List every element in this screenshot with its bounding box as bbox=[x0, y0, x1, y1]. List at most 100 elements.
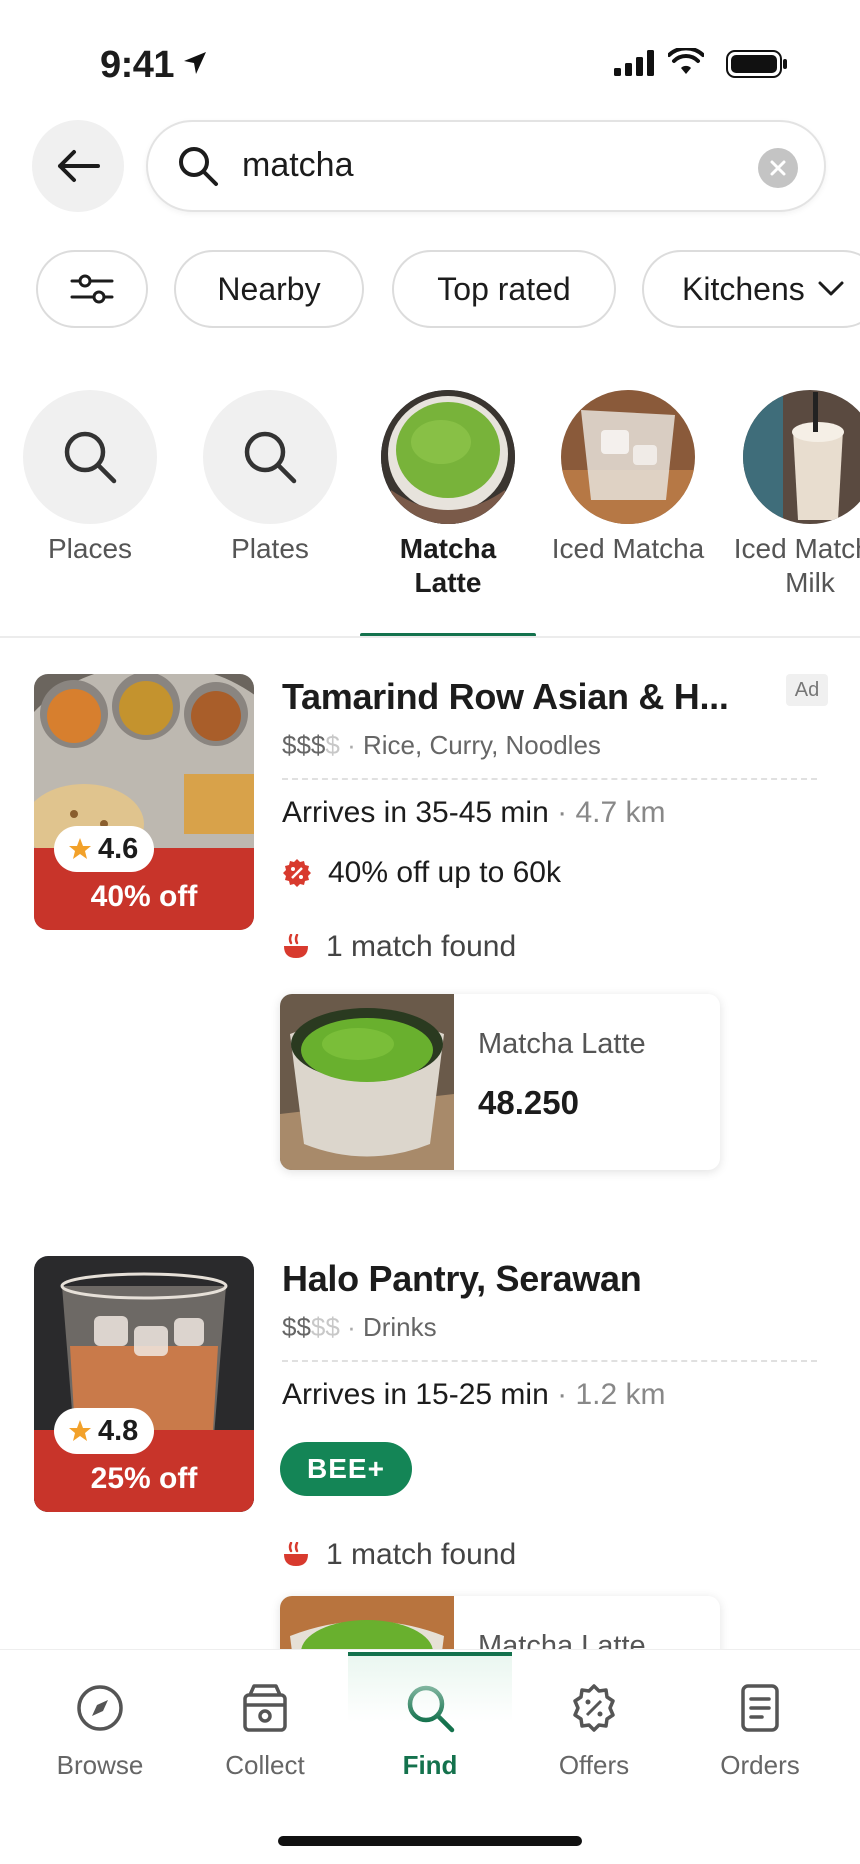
discount-icon bbox=[573, 1684, 615, 1732]
restaurant-image: 4.6 40% off bbox=[34, 674, 254, 930]
chevron-down-icon bbox=[818, 281, 844, 296]
bowl-icon bbox=[284, 934, 308, 958]
rating-value: 4.6 bbox=[98, 832, 139, 865]
cuisine: Rice, Curry, Noodles bbox=[362, 730, 601, 760]
nav-offers[interactable]: Offers bbox=[514, 1678, 674, 1781]
star-icon bbox=[69, 1420, 91, 1441]
ad-badge: Ad bbox=[786, 674, 828, 706]
filter-chip-label: Kitchens bbox=[682, 270, 805, 307]
iced-drink-illustration bbox=[561, 390, 695, 524]
eta-text: Arrives in 35-45 min bbox=[282, 796, 549, 829]
price-level-inactive: $$ bbox=[310, 1312, 340, 1342]
star-icon bbox=[69, 838, 91, 859]
category-label: Iced Matcha bbox=[551, 533, 705, 564]
nav-active-highlight bbox=[348, 1652, 512, 1722]
matched-dish-card[interactable]: Matcha Latte 48.250 bbox=[280, 994, 720, 1170]
discount-badge-icon bbox=[283, 859, 311, 887]
restaurant-name: Halo Pantry, Serawan bbox=[282, 1258, 642, 1299]
match-count: 1 match found bbox=[282, 930, 516, 964]
category-label: Iced Matcha Milk bbox=[733, 533, 860, 598]
matcha-bowl-illustration bbox=[381, 390, 515, 524]
search-query: matcha bbox=[242, 146, 354, 184]
filter-chip-top-rated[interactable]: Top rated bbox=[392, 250, 616, 328]
nav-label: Browse bbox=[56, 1750, 144, 1780]
offer-line: 40% off up to 60k bbox=[282, 856, 561, 890]
category-matcha-latte[interactable]: Matcha Latte bbox=[378, 390, 518, 600]
battery-icon bbox=[726, 50, 787, 78]
filter-chip-kitchens[interactable]: Kitchens bbox=[642, 250, 860, 328]
status-time: 9:41 bbox=[100, 44, 175, 86]
nav-browse[interactable]: Browse bbox=[20, 1678, 180, 1781]
category-places[interactable]: Places bbox=[20, 390, 160, 566]
category-label: Matcha Latte bbox=[399, 533, 497, 598]
back-button[interactable] bbox=[32, 120, 124, 212]
bag-icon bbox=[243, 1684, 287, 1732]
receipt-icon bbox=[741, 1684, 779, 1732]
search-icon bbox=[64, 431, 117, 484]
category-label: Places bbox=[47, 533, 133, 564]
divider bbox=[282, 1360, 817, 1362]
dish-name: Matcha Latte bbox=[478, 1028, 646, 1060]
arrow-left-icon bbox=[58, 150, 100, 182]
cellular-signal-icon bbox=[614, 50, 654, 76]
iced-matcha-image bbox=[561, 390, 695, 524]
nav-label: Collect bbox=[225, 1750, 305, 1780]
nav-orders[interactable]: Orders bbox=[680, 1678, 840, 1781]
filter-chip-label: Top rated bbox=[437, 270, 571, 307]
category-plates[interactable]: Plates bbox=[200, 390, 340, 566]
dish-image bbox=[280, 994, 454, 1170]
delivery-eta: Arrives in 15-25 min · 1.2 km bbox=[282, 1378, 666, 1411]
nav-label: Find bbox=[402, 1750, 458, 1780]
divider bbox=[0, 636, 860, 638]
dish-price: 48.250 bbox=[478, 1084, 579, 1121]
offer-text: 40% off up to 60k bbox=[328, 856, 561, 889]
bowl-icon bbox=[284, 1542, 308, 1566]
price-level-inactive: $ bbox=[325, 730, 340, 760]
filter-settings-chip[interactable] bbox=[36, 250, 148, 328]
nav-label: Orders bbox=[720, 1750, 800, 1780]
clear-search-button[interactable] bbox=[758, 148, 798, 188]
status-bar: 9:41 bbox=[0, 0, 860, 110]
price-level: $$ bbox=[282, 1312, 311, 1342]
iced-matcha-milk-image bbox=[743, 390, 860, 524]
category-iced-matcha[interactable]: Iced Matcha bbox=[552, 390, 704, 566]
nav-label: Offers bbox=[558, 1750, 630, 1780]
filter-chips: Nearby Top rated Kitchens bbox=[36, 250, 860, 328]
matcha-latte-image bbox=[381, 390, 515, 524]
close-icon bbox=[770, 160, 786, 176]
divider bbox=[282, 778, 817, 780]
category-icon-circle bbox=[203, 390, 337, 524]
restaurant-meta: $$$$ · Rice, Curry, Noodles bbox=[282, 730, 601, 760]
category-iced-matcha-milk[interactable]: Iced Matcha Milk bbox=[734, 390, 860, 600]
match-text: 1 match found bbox=[326, 930, 517, 963]
location-arrow-icon bbox=[184, 52, 206, 74]
filter-chip-nearby[interactable]: Nearby bbox=[174, 250, 364, 328]
distance: 4.7 km bbox=[575, 796, 666, 829]
match-count: 1 match found bbox=[282, 1538, 516, 1572]
cuisine: Drinks bbox=[362, 1312, 437, 1342]
delivery-eta: Arrives in 35-45 min · 4.7 km bbox=[282, 796, 666, 829]
distance: 1.2 km bbox=[575, 1378, 666, 1411]
category-label: Plates bbox=[231, 533, 309, 564]
eta-text: Arrives in 15-25 min bbox=[282, 1378, 549, 1411]
restaurant-card[interactable]: 4.8 25% off Halo Pantry, Serawan $$$$ · … bbox=[0, 1256, 860, 1772]
restaurant-meta: $$$$ · Drinks bbox=[282, 1312, 437, 1342]
match-text: 1 match found bbox=[326, 1538, 517, 1571]
filter-chip-label: Nearby bbox=[217, 270, 321, 307]
restaurant-card[interactable]: 4.6 40% off Tamarind Row Asian & H... Ad… bbox=[0, 674, 860, 1184]
nav-active-indicator bbox=[348, 1652, 512, 1656]
price-level: $$$ bbox=[282, 730, 326, 760]
wifi-icon bbox=[668, 48, 704, 74]
search-icon bbox=[179, 147, 218, 186]
rating-badge: 4.8 bbox=[54, 1408, 155, 1454]
nav-collect[interactable]: Collect bbox=[185, 1678, 345, 1781]
sliders-icon bbox=[70, 274, 114, 304]
restaurant-image: 4.8 25% off bbox=[34, 1256, 254, 1512]
category-icon-circle bbox=[23, 390, 157, 524]
home-indicator[interactable] bbox=[278, 1836, 582, 1846]
rating-value: 4.8 bbox=[98, 1414, 139, 1447]
search-icon bbox=[244, 431, 297, 484]
compass-icon bbox=[77, 1685, 123, 1731]
search-input[interactable]: matcha bbox=[146, 120, 826, 212]
milk-drink-illustration bbox=[743, 390, 860, 524]
